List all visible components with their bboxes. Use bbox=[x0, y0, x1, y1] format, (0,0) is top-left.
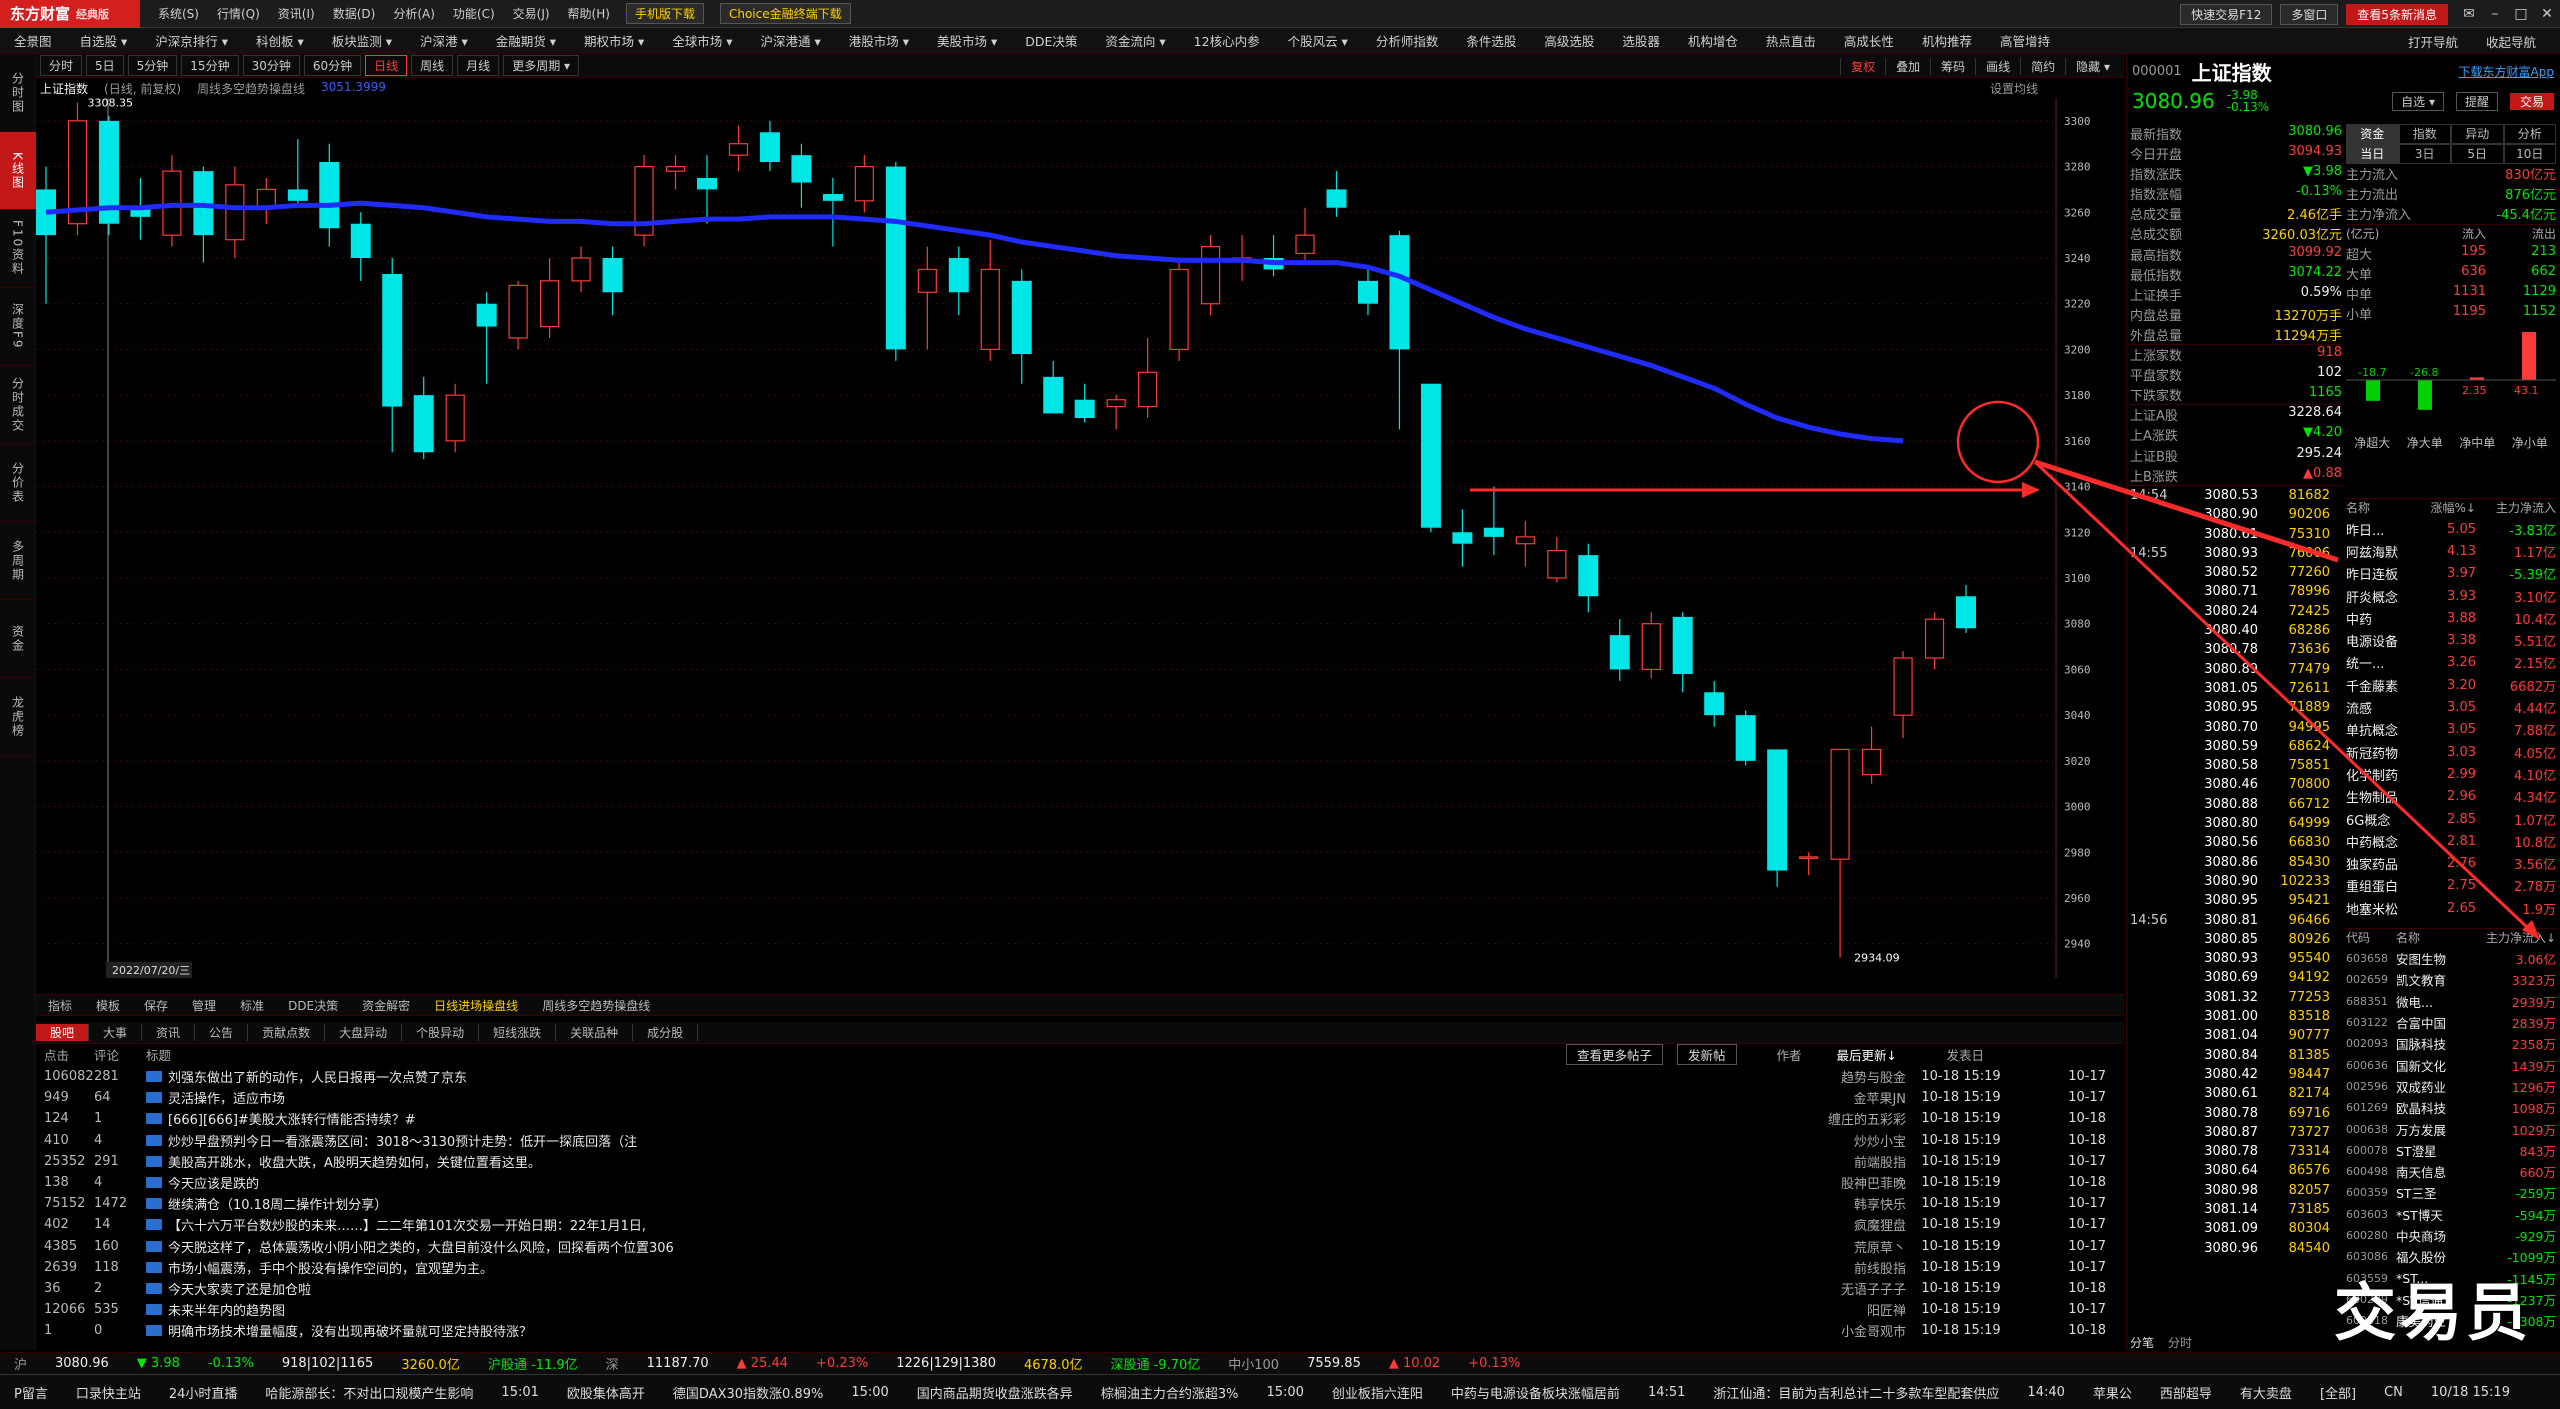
ticker-item[interactable]: [全部] bbox=[2306, 1383, 2370, 1402]
ticker-item[interactable]: 西部超导 bbox=[2146, 1383, 2226, 1402]
status-item: -0.13% bbox=[207, 1356, 254, 1371]
ticker-item[interactable]: 24小时直播 bbox=[155, 1383, 252, 1402]
status-item: 4678.0亿 bbox=[1023, 1358, 1083, 1373]
ticker-item[interactable]: 15:00 bbox=[1252, 1385, 1317, 1400]
ticker-item[interactable]: 欧股集体高开 bbox=[553, 1383, 659, 1402]
ticker-item[interactable]: 哈能源部长：不对出口规模产生影响 bbox=[251, 1383, 487, 1402]
ticker-item[interactable]: 创业板指六连阳 bbox=[1318, 1383, 1437, 1402]
ticker-item[interactable]: 有大卖盘 bbox=[2226, 1383, 2306, 1402]
ticker-item[interactable]: 国内商品期货收盘涨跌各异 bbox=[903, 1383, 1087, 1402]
ticker-item[interactable]: 14:40 bbox=[2013, 1385, 2078, 1400]
ticker-item[interactable]: 口录快主站 bbox=[62, 1383, 155, 1402]
ticker-item[interactable]: P留言 bbox=[0, 1383, 62, 1402]
watermark: 交易员 bbox=[2333, 1276, 2532, 1349]
ticker-item[interactable]: 苹果公 bbox=[2079, 1383, 2146, 1402]
status-item: 918|102|1165 bbox=[281, 1356, 374, 1371]
ticker-item[interactable]: 14:51 bbox=[1634, 1385, 1699, 1400]
status-item: +0.13% bbox=[1468, 1356, 1521, 1371]
status-item: 1226|129|1380 bbox=[896, 1356, 996, 1371]
ticker-item[interactable]: 15:01 bbox=[487, 1385, 552, 1400]
ticker-item[interactable]: 15:00 bbox=[837, 1385, 902, 1400]
ticker-item[interactable]: CN bbox=[2370, 1385, 2417, 1400]
status-item: 7559.85 bbox=[1307, 1356, 1361, 1371]
status-item: 深 bbox=[605, 1358, 619, 1373]
status-bar: 沪 3080.96 ▼ 3.98 -0.13% 918|102|1165 3260.0亿 沪… bbox=[0, 1352, 2560, 1374]
status-item: 11187.70 bbox=[646, 1356, 709, 1371]
status-item: ▲ 10.02 bbox=[1388, 1356, 1441, 1371]
ticker-item[interactable]: 10/18 15:19 bbox=[2417, 1385, 2524, 1400]
status-item: ▼ 3.98 bbox=[136, 1356, 180, 1371]
status-item: 3080.96 bbox=[55, 1356, 109, 1371]
status-item: 沪 bbox=[14, 1358, 28, 1373]
status-item: +0.23% bbox=[816, 1356, 869, 1371]
annotation-overlay bbox=[1470, 400, 2540, 940]
annotation-arrow-stock bbox=[2033, 460, 2532, 932]
status-item: 3260.0亿 bbox=[401, 1358, 460, 1373]
ticker-item[interactable]: 浙江仙通：目前为吉利总计二十多款车型配套供应 bbox=[1699, 1383, 2013, 1402]
status-item: 沪股通 -11.9亿 bbox=[487, 1358, 578, 1373]
status-item: ▲ 25.44 bbox=[736, 1356, 789, 1371]
annotation-arrow-sector bbox=[2034, 459, 2339, 563]
ticker-item[interactable]: 德国DAX30指数涨0.89% bbox=[659, 1383, 837, 1402]
annotation-circle bbox=[1956, 400, 2040, 484]
ticker-item[interactable]: 棕榈油主力合约涨超3% bbox=[1087, 1383, 1253, 1402]
ticker-item[interactable]: 中药与电源设备板块涨幅居前 bbox=[1437, 1383, 1634, 1402]
status-item: 中小100 bbox=[1228, 1358, 1280, 1373]
news-ticker: P留言 口录快主站 24小时直播 哈能源部长：不对出口规模产生影响 15:01 欧股集体高… bbox=[0, 1374, 2560, 1409]
status-item: 深股通 -9.70亿 bbox=[1110, 1358, 1201, 1373]
